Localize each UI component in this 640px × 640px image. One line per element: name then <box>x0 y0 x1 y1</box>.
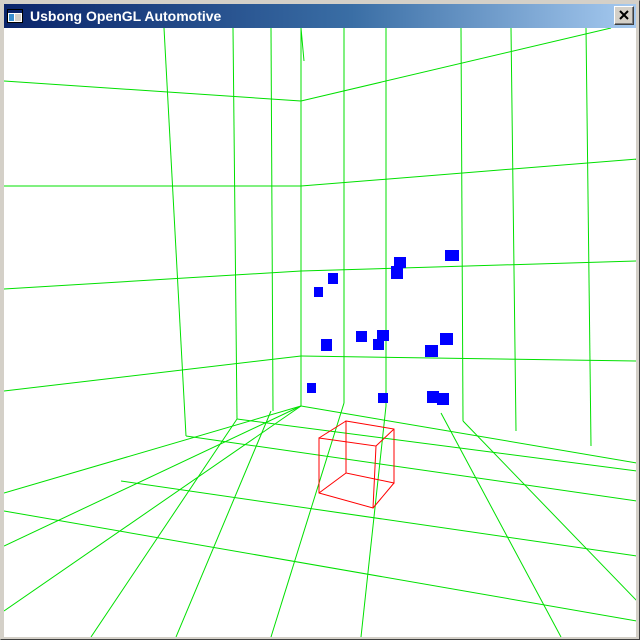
blue-marker <box>307 383 316 393</box>
app-window-icon <box>7 8 23 24</box>
blue-markers <box>307 250 459 405</box>
blue-marker <box>437 393 449 405</box>
blue-marker <box>321 339 332 351</box>
blue-marker <box>391 266 403 279</box>
blue-marker <box>378 393 388 403</box>
app-window: Usbong OpenGL Automotive <box>0 0 640 640</box>
close-x-icon <box>619 10 629 20</box>
blue-marker <box>328 273 338 284</box>
blue-marker <box>314 287 323 297</box>
close-button[interactable] <box>614 6 634 25</box>
blue-marker <box>356 331 367 342</box>
blue-marker <box>440 333 453 345</box>
title-bar[interactable]: Usbong OpenGL Automotive <box>4 4 636 28</box>
blue-marker <box>445 250 459 261</box>
opengl-viewport[interactable] <box>4 28 636 637</box>
blue-marker <box>373 339 384 350</box>
blue-marker <box>425 345 438 357</box>
window-title: Usbong OpenGL Automotive <box>30 8 222 24</box>
room-grid <box>4 28 636 637</box>
